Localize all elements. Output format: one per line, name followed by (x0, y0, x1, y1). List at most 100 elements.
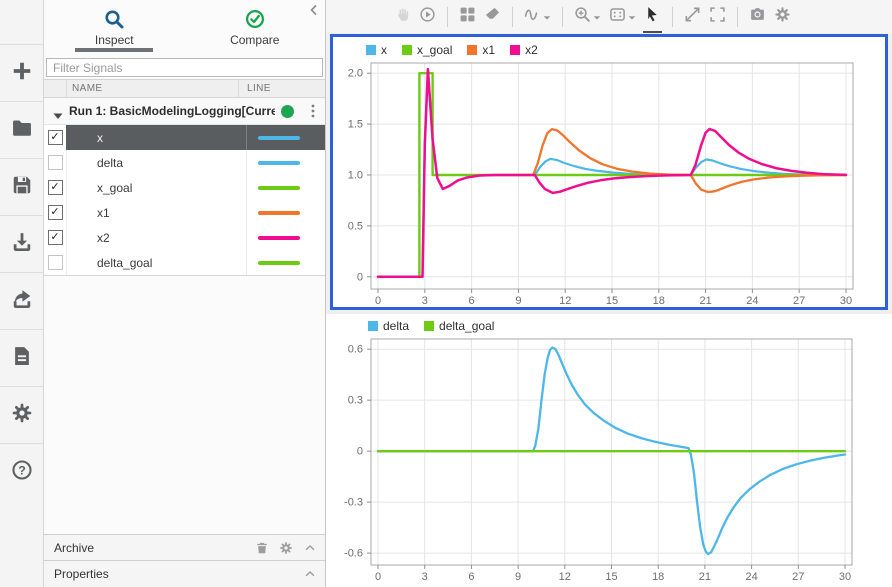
signal-table-header: NAME LINE (44, 79, 325, 98)
expand-button[interactable] (680, 3, 705, 31)
zoom-in-button[interactable] (570, 3, 605, 31)
legend-label: x2 (525, 43, 538, 57)
properties-collapse-icon[interactable] (303, 567, 317, 581)
top-subplot-canvas[interactable]: 0 3 6 9 12 15 18 21 24 27 30 0 0.5 1.0 1.5 2.0 (333, 37, 885, 307)
legend-swatch-icon (510, 45, 521, 55)
signal-row-x1[interactable]: ✓ x1 (44, 200, 325, 225)
archive-section-header[interactable]: Archive (44, 534, 325, 560)
legend-item-x2: x2 (510, 43, 538, 57)
toolbar-separator (512, 6, 513, 27)
add-button[interactable] (0, 44, 43, 101)
toolbar-separator (672, 6, 673, 27)
signal-checkbox[interactable]: ✓ (47, 205, 63, 220)
filter-signals-input[interactable] (46, 58, 323, 77)
import-button[interactable] (0, 215, 43, 272)
x-tick-label: 0 (375, 571, 381, 583)
pan-icon (394, 6, 411, 28)
legend-swatch-icon (366, 45, 376, 55)
pan-button (390, 3, 415, 31)
fit-to-view-icon (609, 6, 626, 28)
column-name[interactable]: NAME (66, 80, 238, 97)
replay-button[interactable] (415, 3, 440, 31)
signal-line-swatch (258, 235, 300, 240)
signal-row-x_goal[interactable]: ✓ x_goal (44, 175, 325, 200)
top-subplot-panel[interactable]: x x_goal x1 x2 0 3 6 9 12 15 18 21 24 27 30 0 0.5 1.0 1.5… (330, 34, 888, 310)
signal-line-swatch (258, 185, 300, 190)
signal-line-swatch (258, 210, 300, 215)
save-button[interactable] (0, 158, 43, 215)
tab-inspect[interactable]: Inspect (44, 0, 185, 55)
signal-name: x_goal (97, 180, 133, 195)
export-button[interactable] (0, 272, 43, 329)
settings-gear-icon (774, 6, 791, 28)
legend-label: delta_goal (439, 319, 495, 333)
x-tick-label: 30 (839, 571, 851, 583)
settings-gear-button[interactable] (770, 3, 795, 31)
x-tick-label: 27 (793, 295, 805, 307)
archive-collapse-icon[interactable] (303, 541, 317, 555)
replay-icon (419, 6, 436, 28)
clear-button[interactable] (480, 3, 505, 31)
import-icon (11, 231, 33, 258)
bottom-subplot-panel[interactable]: delta delta_goal 0 3 6 9 12 15 18 21 24 27 30 -0.6 -0… (326, 314, 892, 587)
snapshot-button[interactable] (745, 3, 770, 31)
sidebar-collapse-icon[interactable] (306, 2, 322, 18)
open-button[interactable] (0, 101, 43, 158)
y-tick-label: -0.3 (344, 497, 363, 509)
legend-swatch-icon (424, 321, 435, 331)
signal-name: delta_goal (97, 255, 153, 270)
bottom-subplot-legend: delta delta_goal (368, 319, 494, 333)
run-header-row[interactable]: Run 1: BasicModelingLogging[Current] (44, 98, 325, 125)
pointer-button[interactable] (640, 3, 665, 33)
x-tick-label: 3 (422, 295, 428, 307)
signal-row-delta_goal[interactable]: delta_goal (44, 250, 325, 276)
x-tick-label: 27 (792, 571, 804, 583)
help-icon: ? (11, 459, 33, 486)
signal-row-x[interactable]: ✓ x (44, 125, 325, 150)
signal-checkbox[interactable]: ✓ (47, 130, 63, 145)
fullscreen-button[interactable] (705, 3, 730, 31)
tab-inspect-label: Inspect (94, 32, 134, 47)
help-button[interactable]: ? (0, 443, 43, 500)
y-tick-label: 0 (357, 446, 363, 458)
column-line[interactable]: LINE (238, 80, 325, 97)
legend-item-x_goal: x_goal (402, 43, 452, 57)
top-subplot-legend: x x_goal x1 x2 (366, 43, 538, 57)
bottom-subplot-canvas[interactable]: 0 3 6 9 12 15 18 21 24 27 30 -0.6 -0.3 0 0.3 0.6 (326, 314, 892, 587)
x-tick-label: 18 (652, 571, 664, 583)
dropdown-caret-icon[interactable] (628, 8, 636, 26)
x-tick-label: 24 (745, 571, 757, 583)
signal-checkbox[interactable] (47, 155, 63, 170)
y-tick-label: -0.6 (344, 548, 363, 560)
layout-button[interactable] (455, 3, 480, 31)
clear-icon (484, 6, 501, 28)
trash-icon[interactable] (255, 541, 269, 555)
run-menu-kebab-icon[interactable] (305, 103, 321, 119)
y-tick-label: 2.0 (348, 68, 363, 80)
signal-row-delta[interactable]: delta (44, 150, 325, 175)
properties-section-header[interactable]: Properties (44, 560, 325, 587)
signal-checkbox[interactable]: ✓ (47, 180, 63, 195)
dropdown-caret-icon[interactable] (593, 8, 601, 26)
fullscreen-icon (709, 6, 726, 28)
x-tick-label: 18 (653, 295, 665, 307)
signal-row-x2[interactable]: ✓ x2 (44, 225, 325, 250)
archive-gear-icon[interactable] (279, 541, 293, 555)
legend-label: x (381, 43, 387, 57)
signal-checkbox[interactable]: ✓ (47, 230, 63, 245)
toolbar-separator (447, 6, 448, 27)
run-expand-triangle-icon[interactable] (53, 107, 63, 119)
legend-item-delta: delta (368, 319, 409, 333)
dropdown-caret-icon[interactable] (543, 8, 551, 26)
x-tick-label: 9 (515, 295, 521, 307)
open-icon (11, 117, 33, 144)
create-report-button[interactable] (0, 329, 43, 386)
signal-wave-button[interactable] (520, 3, 555, 31)
x-tick-label: 21 (699, 295, 711, 307)
tab-compare[interactable]: Compare (185, 0, 326, 55)
preferences-button[interactable] (0, 386, 43, 443)
signal-checkbox[interactable] (47, 255, 63, 270)
legend-swatch-icon (402, 45, 412, 55)
tab-compare-label: Compare (230, 32, 280, 47)
fit-to-view-button[interactable] (605, 3, 640, 31)
